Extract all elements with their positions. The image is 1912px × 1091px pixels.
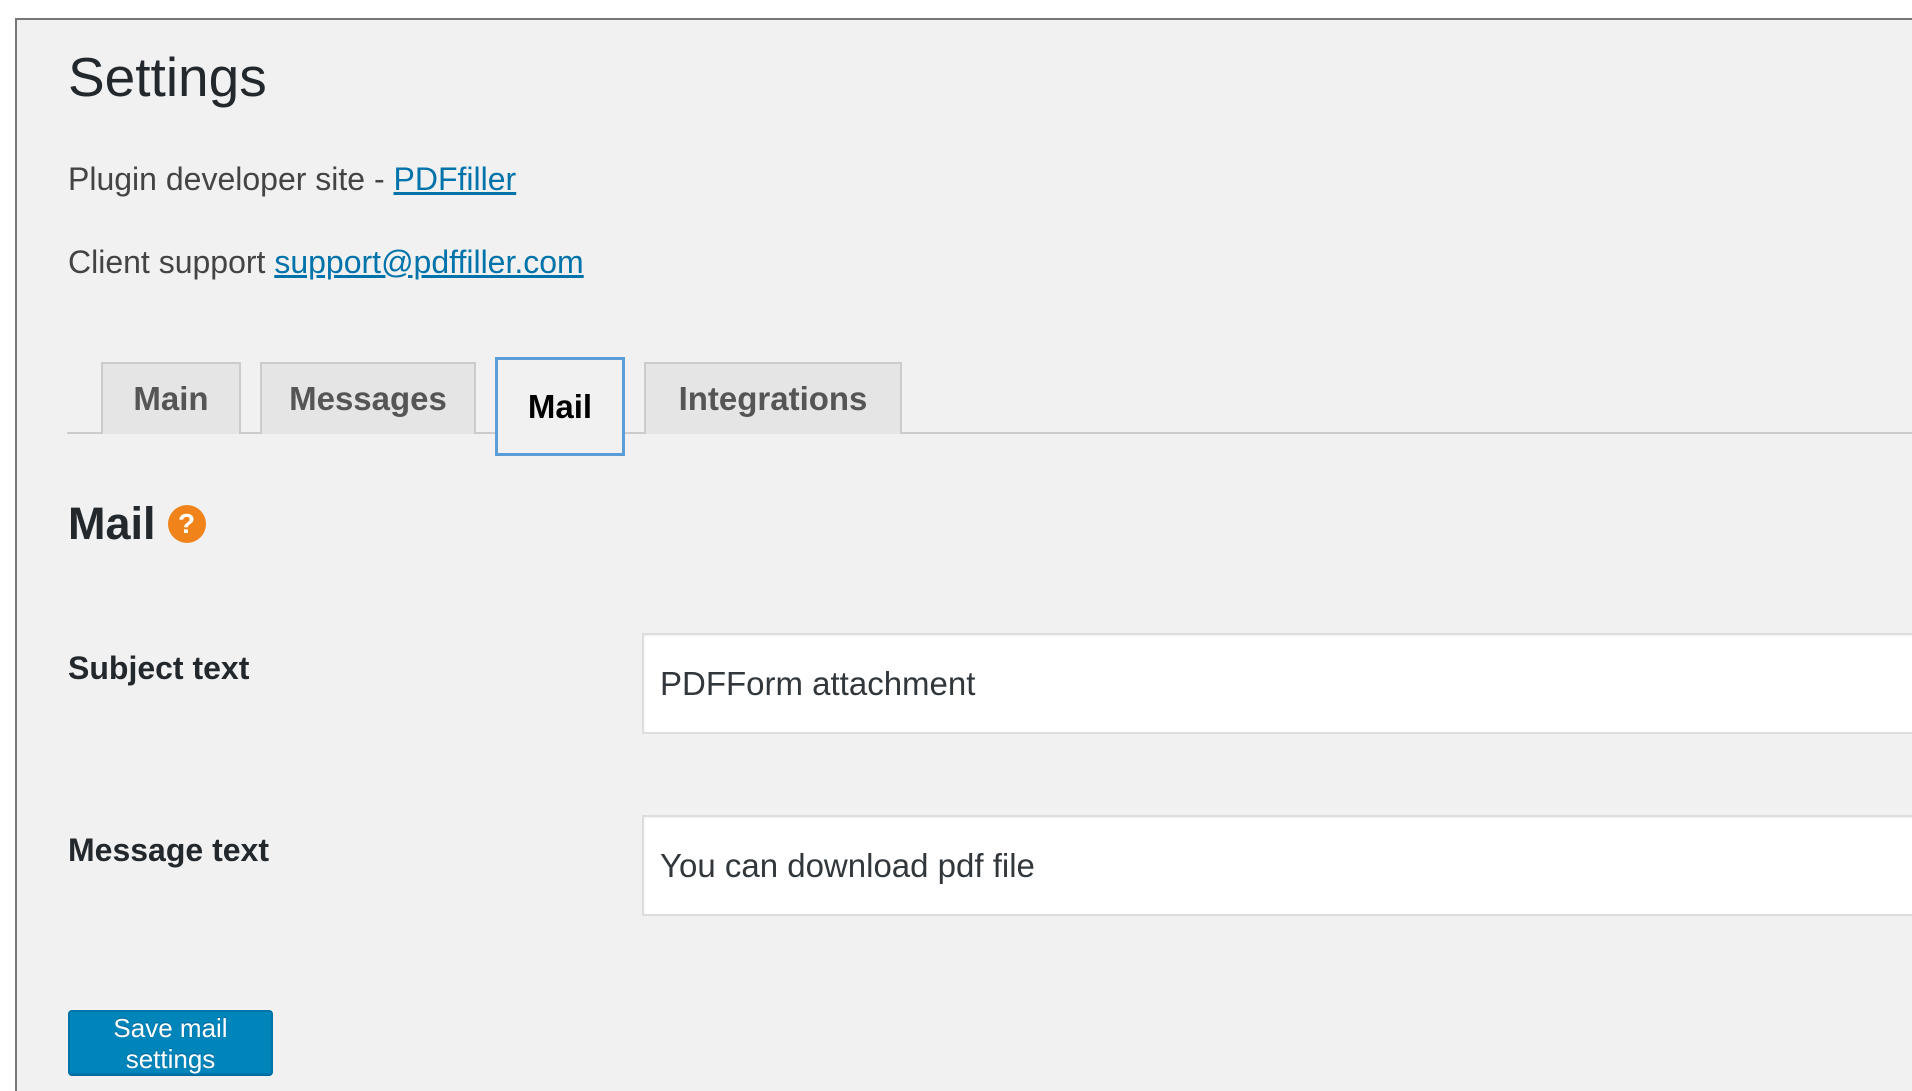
subject-text-label: Subject text xyxy=(68,650,250,686)
message-text-label: Message text xyxy=(68,832,269,868)
section-title: Mail xyxy=(68,498,156,549)
developer-site-label: Plugin developer site - xyxy=(68,161,394,197)
client-support-label: Client support xyxy=(68,244,275,280)
question-circle-icon[interactable]: ? xyxy=(167,505,206,543)
tab-messages[interactable]: Messages xyxy=(260,362,476,434)
message-text-input[interactable] xyxy=(642,815,1912,916)
client-support-line: Client support support@pdffiller.com xyxy=(68,243,584,281)
tab-integrations[interactable]: Integrations xyxy=(644,362,902,434)
settings-tabs: Main Messages Mail Integrations xyxy=(67,342,1912,456)
subject-text-input[interactable] xyxy=(642,633,1912,734)
tab-mail[interactable]: Mail xyxy=(495,357,625,456)
save-mail-settings-button[interactable]: Save mail settings xyxy=(68,1010,273,1075)
developer-site-line: Plugin developer site - PDFfiller xyxy=(68,160,516,198)
tab-main[interactable]: Main xyxy=(101,362,241,434)
section-heading: Mail ? xyxy=(68,498,206,550)
support-email-link[interactable]: support@pdffiller.com xyxy=(274,244,583,280)
page-title: Settings xyxy=(68,46,267,108)
settings-panel: Settings Plugin developer site - PDFfill… xyxy=(15,18,1912,1091)
developer-site-link[interactable]: PDFfiller xyxy=(394,161,517,197)
